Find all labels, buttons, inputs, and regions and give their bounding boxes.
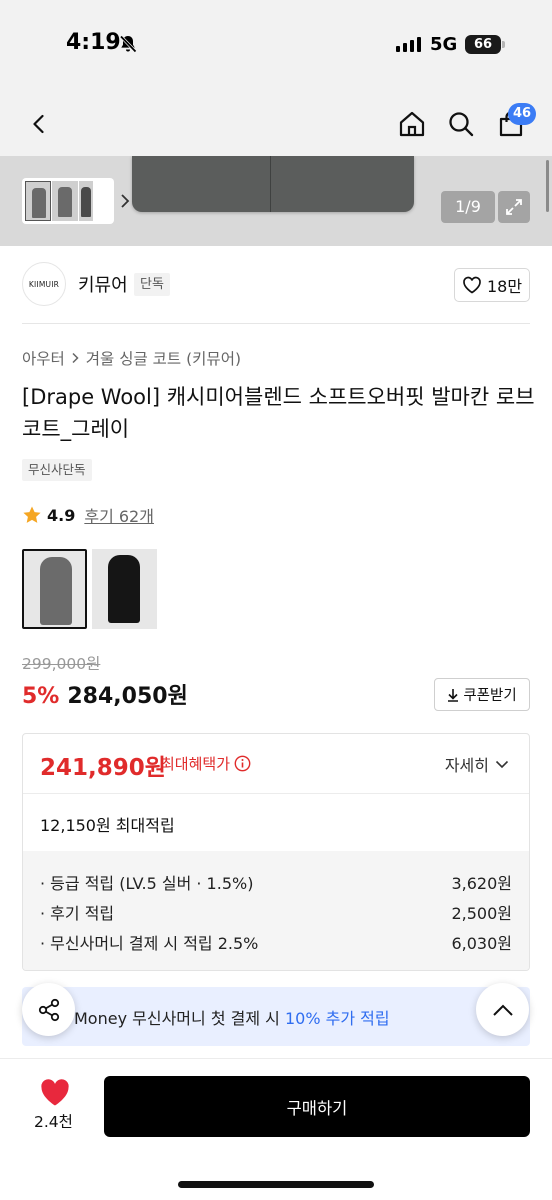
thumbnail-1[interactable] [25, 181, 51, 221]
home-indicator [178, 1181, 374, 1188]
brand-logo[interactable]: KIIMUIR [22, 262, 66, 306]
expand-icon [506, 199, 522, 215]
discount-rate: 5% [22, 684, 60, 709]
coupon-label: 쿠폰받기 [463, 688, 517, 704]
detail-toggle[interactable]: 자세히 [445, 752, 509, 776]
bell-off-icon [118, 34, 138, 58]
price-row: 5% 284,050원 [22, 678, 188, 710]
chevron-right-icon [72, 352, 79, 364]
chevron-up-icon [492, 1004, 513, 1016]
max-benefit-price: 241,890원 [40, 755, 166, 781]
thumbnail-2[interactable] [52, 181, 78, 221]
thumbnail-3[interactable] [79, 181, 93, 221]
buy-button[interactable]: 구매하기 [104, 1076, 530, 1137]
color-option-black[interactable] [92, 549, 157, 629]
status-bar: 4:19 5G 66 [0, 0, 552, 92]
promo-banner[interactable]: Money 무신사머니 첫 결제 시 10% 추가 적립 [22, 987, 530, 1046]
benefit-box: 241,890원 최대혜택가 자세히 12,150원 최대적립 · 등급 적립 … [22, 733, 530, 971]
search-icon [449, 112, 474, 137]
promo-text: Money 무신사머니 첫 결제 시 10% 추가 적립 [74, 1005, 390, 1029]
benefit-header[interactable]: 241,890원 최대혜택가 자세히 [23, 734, 529, 794]
brand-like-button[interactable]: 18만 [454, 268, 530, 302]
detail-label: 자세히 [444, 756, 489, 775]
product-image-gallery[interactable]: 1/9 [0, 156, 552, 246]
share-button[interactable] [22, 983, 75, 1036]
points-row: · 등급 적립 (LV.5 실버 · 1.5%) 3,620원 [40, 867, 512, 897]
battery-icon: 66 [465, 35, 501, 54]
color-swatch [40, 557, 72, 625]
max-benefit-text: 최대혜택가 [161, 755, 231, 773]
info-icon[interactable] [234, 755, 251, 772]
chevron-right-icon [118, 192, 132, 214]
search-button[interactable] [439, 102, 483, 146]
battery-tip [502, 41, 505, 48]
breadcrumb: 아우터 겨울 싱글 코트 (키뮤어) [22, 347, 241, 369]
points-value: 3,620원 [451, 874, 512, 893]
download-icon [448, 688, 459, 702]
brand-name[interactable]: 키뮤어 [78, 271, 128, 297]
points-total: 12,150원 최대적립 [40, 816, 175, 835]
signal-icon [396, 37, 421, 52]
points-label: · 후기 적립 [40, 904, 115, 923]
back-button[interactable] [17, 102, 61, 146]
color-option-grey[interactable] [22, 549, 87, 629]
star-icon [23, 506, 41, 523]
image-counter: 1/9 [441, 191, 495, 223]
points-list: · 등급 적립 (LV.5 실버 · 1.5%) 3,620원 · 후기 적립 … [23, 851, 529, 970]
rating-score: 4.9 [47, 505, 76, 525]
gallery-thumbnails[interactable] [22, 178, 130, 224]
coat-seam [270, 156, 271, 212]
nav-header [0, 92, 552, 156]
points-label: · 등급 적립 (LV.5 실버 · 1.5%) [40, 874, 254, 893]
points-label: · 무신사머니 결제 시 적립 2.5% [40, 934, 259, 953]
chevron-left-icon [33, 114, 44, 134]
status-time: 4:19 [66, 30, 121, 55]
like-count: 18만 [486, 277, 523, 296]
home-icon [399, 111, 425, 137]
points-row: · 무신사머니 결제 시 적립 2.5% 6,030원 [40, 927, 512, 957]
product-image [132, 156, 414, 212]
heart-outline-icon [463, 276, 481, 294]
breadcrumb-item[interactable]: 아우터 [22, 347, 65, 369]
points-value: 6,030원 [451, 934, 512, 953]
scroll-indicator [546, 160, 549, 212]
brand-exclusive-tag: 단독 [134, 273, 170, 296]
cart-count-badge: 46 [508, 103, 537, 125]
scroll-top-button[interactable] [476, 983, 529, 1036]
home-button[interactable] [390, 102, 434, 146]
max-benefit-label: 최대혜택가 [161, 753, 251, 774]
rating-row: 4.9 후기 62개 [22, 503, 154, 527]
points-value: 2,500원 [451, 904, 512, 923]
review-link[interactable]: 후기 62개 [84, 503, 154, 527]
color-swatch [108, 555, 140, 623]
coupon-button[interactable]: 쿠폰받기 [434, 678, 530, 711]
exclusive-tag: 무신사단독 [22, 459, 92, 481]
original-price: 299,000원 [22, 655, 101, 673]
points-row: · 후기 적립 2,500원 [40, 897, 512, 927]
product-title: [Drape Wool] 캐시미어블렌드 소프트오버핏 발마칸 로브코트_그레이 [22, 385, 535, 441]
promo-highlight: 10% 추가 적립 [284, 1009, 390, 1028]
chevron-down-icon [495, 760, 509, 769]
breadcrumb-item[interactable]: 겨울 싱글 코트 (키뮤어) [86, 347, 241, 369]
expand-button[interactable] [498, 191, 530, 223]
share-icon [38, 998, 59, 1021]
promo-prefix: Money 무신사머니 첫 결제 시 [74, 1009, 285, 1028]
heart-filled-icon[interactable] [39, 1078, 71, 1111]
divider [22, 323, 530, 324]
network-type: 5G [430, 34, 458, 55]
wish-count: 2.4천 [34, 1113, 73, 1131]
sale-price: 284,050원 [67, 684, 188, 709]
